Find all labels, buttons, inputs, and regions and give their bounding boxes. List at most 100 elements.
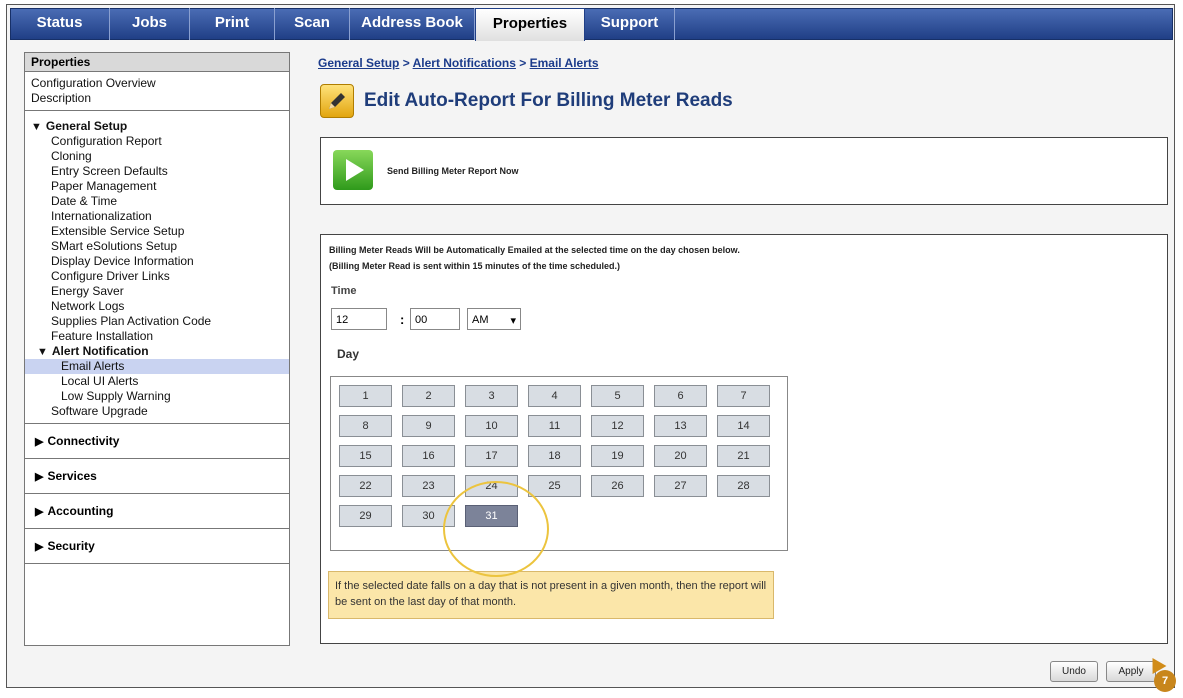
day-cell-18[interactable]: 18 [528, 445, 581, 467]
sidebar-item-label: General Setup [45, 119, 128, 133]
day-cell-20[interactable]: 20 [654, 445, 707, 467]
breadcrumb-email-alerts[interactable]: Email Alerts [530, 56, 599, 70]
day-cell-10[interactable]: 10 [465, 415, 518, 437]
sidebar-overview-section: Configuration Overview Description [25, 72, 289, 111]
day-cell-4[interactable]: 4 [528, 385, 581, 407]
sidebar-item-energy-saver[interactable]: Energy Saver [31, 284, 289, 299]
breadcrumb-separator: > [399, 56, 413, 70]
page-title: Edit Auto-Report For Billing Meter Reads [364, 90, 733, 111]
day-cell-28[interactable]: 28 [717, 475, 770, 497]
day-cell-5[interactable]: 5 [591, 385, 644, 407]
expand-right-icon: ▶ [35, 506, 44, 518]
ampm-value: AM [472, 314, 489, 326]
expand-right-icon: ▶ [35, 541, 44, 553]
sidebar-item-services[interactable]: ▶ Services [25, 459, 289, 494]
schedule-note-text: (Billing Meter Read is sent within 15 mi… [329, 261, 621, 271]
sidebar-item-cloning[interactable]: Cloning [31, 149, 289, 164]
send-report-panel: Send Billing Meter Report Now [320, 137, 1168, 205]
sidebar-item-date-time[interactable]: Date & Time [31, 194, 289, 209]
minute-input[interactable]: 00 [410, 308, 460, 330]
sidebar-item-accounting[interactable]: ▶ Accounting [25, 494, 289, 529]
sidebar-item-alert-notification[interactable]: ▼ Alert Notification [31, 344, 289, 359]
send-report-now-label[interactable]: Send Billing Meter Report Now [387, 166, 519, 176]
sidebar: Properties Configuration Overview Descri… [24, 52, 290, 646]
tab-jobs[interactable]: Jobs [110, 8, 190, 40]
day-cell-14[interactable]: 14 [717, 415, 770, 437]
day-cell-1[interactable]: 1 [339, 385, 392, 407]
expand-down-icon: ▼ [31, 121, 42, 133]
schedule-panel: Billing Meter Reads Will be Automaticall… [320, 234, 1168, 644]
sidebar-item-connectivity[interactable]: ▶ Connectivity [25, 424, 289, 459]
tab-address-book[interactable]: Address Book [350, 8, 475, 40]
sidebar-item-description[interactable]: Description [31, 91, 289, 106]
sidebar-item-feature-installation[interactable]: Feature Installation [31, 329, 289, 344]
day-cell-25[interactable]: 25 [528, 475, 581, 497]
sidebar-item-paper-management[interactable]: Paper Management [31, 179, 289, 194]
tab-status[interactable]: Status [10, 8, 110, 40]
sidebar-item-software-upgrade[interactable]: Software Upgrade [31, 404, 289, 419]
hour-input[interactable]: 12 [331, 308, 387, 330]
sidebar-item-display-device-information[interactable]: Display Device Information [31, 254, 289, 269]
tab-print[interactable]: Print [190, 8, 275, 40]
day-cell-3[interactable]: 3 [465, 385, 518, 407]
tab-properties[interactable]: Properties [475, 8, 585, 41]
day-cell-23[interactable]: 23 [402, 475, 455, 497]
day-cell-6[interactable]: 6 [654, 385, 707, 407]
day-cell-11[interactable]: 11 [528, 415, 581, 437]
expand-right-icon: ▶ [35, 471, 44, 483]
sidebar-item-label: Security [47, 539, 95, 553]
day-cell-30[interactable]: 30 [402, 505, 455, 527]
day-cell-13[interactable]: 13 [654, 415, 707, 437]
sidebar-item-entry-screen-defaults[interactable]: Entry Screen Defaults [31, 164, 289, 179]
play-icon[interactable] [333, 150, 373, 190]
tab-scan[interactable]: Scan [275, 8, 350, 40]
day-cell-15[interactable]: 15 [339, 445, 392, 467]
tab-support[interactable]: Support [585, 8, 675, 40]
day-cell-31[interactable]: 31 [465, 505, 518, 527]
breadcrumb: General Setup > Alert Notifications > Em… [318, 56, 599, 70]
day-cell-8[interactable]: 8 [339, 415, 392, 437]
day-picker-grid: 1 2 3 4 5 6 7 8 9 10 11 12 13 14 15 16 17 18 19 20 21 22 23 24 2… [330, 376, 788, 551]
day-cell-7[interactable]: 7 [717, 385, 770, 407]
sidebar-item-network-logs[interactable]: Network Logs [31, 299, 289, 314]
day-cell-19[interactable]: 19 [591, 445, 644, 467]
sidebar-item-low-supply-warning[interactable]: Low Supply Warning [31, 389, 289, 404]
day-cell-17[interactable]: 17 [465, 445, 518, 467]
sidebar-item-configuration-report[interactable]: Configuration Report [31, 134, 289, 149]
sidebar-item-extensible-service-setup[interactable]: Extensible Service Setup [31, 224, 289, 239]
sidebar-general-setup-section: ▼ General Setup Configuration Report Clon… [25, 111, 289, 424]
breadcrumb-alert-notifications[interactable]: Alert Notifications [413, 56, 516, 70]
ampm-select[interactable]: AM ▾ [467, 308, 521, 330]
day-cell-27[interactable]: 27 [654, 475, 707, 497]
day-cell-16[interactable]: 16 [402, 445, 455, 467]
sidebar-item-general-setup[interactable]: ▼ General Setup [31, 119, 289, 134]
day-cell-2[interactable]: 2 [402, 385, 455, 407]
day-cell-21[interactable]: 21 [717, 445, 770, 467]
sidebar-item-smart-esolutions-setup[interactable]: SMart eSolutions Setup [31, 239, 289, 254]
day-cell-12[interactable]: 12 [591, 415, 644, 437]
sidebar-item-local-ui-alerts[interactable]: Local UI Alerts [31, 374, 289, 389]
sidebar-item-configure-driver-links[interactable]: Configure Driver Links [31, 269, 289, 284]
sidebar-item-internationalization[interactable]: Internationalization [31, 209, 289, 224]
day-cell-24[interactable]: 24 [465, 475, 518, 497]
expand-down-icon: ▼ [37, 346, 48, 358]
pencil-icon [320, 84, 354, 118]
sidebar-item-label: Services [47, 469, 97, 483]
sidebar-item-label: Alert Notification [51, 344, 149, 358]
time-colon: : [400, 312, 405, 327]
sidebar-item-email-alerts[interactable]: Email Alerts [25, 359, 289, 374]
schedule-info-text: Billing Meter Reads Will be Automaticall… [329, 245, 740, 255]
sidebar-item-security[interactable]: ▶ Security [25, 529, 289, 564]
page-title-row: Edit Auto-Report For Billing Meter Reads [320, 84, 733, 118]
day-cell-26[interactable]: 26 [591, 475, 644, 497]
breadcrumb-general-setup[interactable]: General Setup [318, 56, 399, 70]
undo-button[interactable]: Undo [1050, 661, 1098, 682]
day-cell-22[interactable]: 22 [339, 475, 392, 497]
sidebar-item-supplies-plan-activation-code[interactable]: Supplies Plan Activation Code [31, 314, 289, 329]
chevron-down-icon: ▾ [510, 315, 516, 327]
day-cell-9[interactable]: 9 [402, 415, 455, 437]
last-day-note: If the selected date falls on a day that… [328, 571, 774, 619]
sidebar-item-configuration-overview[interactable]: Configuration Overview [31, 76, 289, 91]
breadcrumb-separator: > [515, 56, 530, 70]
day-cell-29[interactable]: 29 [339, 505, 392, 527]
